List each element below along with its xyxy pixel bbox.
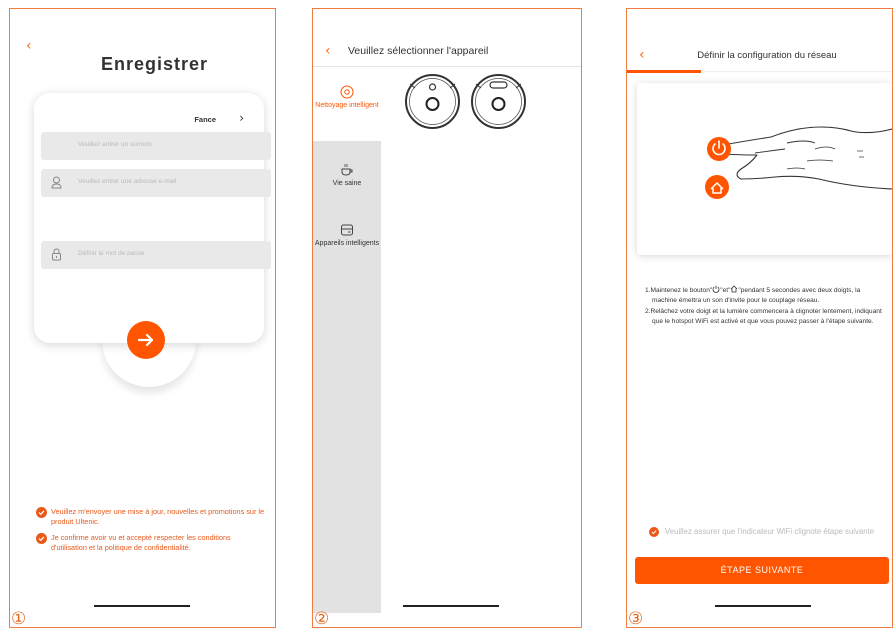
robot-vacuum-product-1[interactable] bbox=[405, 74, 460, 129]
arrow-right-icon bbox=[137, 333, 154, 347]
check-icon[interactable] bbox=[36, 507, 47, 518]
password-placeholder: Définir le mot de passe bbox=[78, 250, 145, 257]
sidebar-item-label: Appareils intelligents bbox=[314, 240, 380, 247]
page-title: Veuillez sélectionner l'appareil bbox=[348, 45, 489, 57]
next-step-button[interactable]: ÉTAPE SUIVANTE bbox=[635, 557, 889, 584]
register-card: Fance › Veuillez entrer un surnom Veuill… bbox=[34, 93, 271, 343]
lock-icon bbox=[51, 248, 62, 261]
home-indicator bbox=[715, 605, 811, 607]
button-press-illustration bbox=[637, 83, 892, 255]
robot-vacuum-product-2[interactable] bbox=[471, 74, 526, 129]
home-indicator bbox=[403, 605, 499, 607]
page-title: Enregistrer bbox=[100, 54, 209, 74]
email-field[interactable]: Veuillez entrer une adresse e-mail bbox=[41, 169, 271, 197]
consent-terms-text: Je confirme avoir vu et accepté respecte… bbox=[51, 533, 231, 552]
home-indicator bbox=[94, 605, 190, 607]
step-number: ② bbox=[314, 609, 330, 628]
instruction-1-part-b: "et" bbox=[720, 287, 731, 294]
nickname-field[interactable]: Veuillez entrer un surnom bbox=[41, 132, 271, 160]
email-placeholder: Veuillez entrer une adresse e-mail bbox=[78, 178, 177, 185]
submit-arrow-button[interactable] bbox=[127, 321, 165, 359]
hand-pressing-buttons-icon bbox=[705, 126, 892, 199]
instruction-step-2: 2.Relâchez votre doigt et la lumière com… bbox=[645, 307, 882, 326]
device-icon bbox=[340, 223, 354, 237]
instruction-1-part-a: 1.Maintenez le bouton" bbox=[645, 287, 713, 294]
sidebar-item-vie-saine[interactable]: Vie saine bbox=[313, 163, 381, 188]
step-number: ③ bbox=[628, 609, 644, 628]
user-icon bbox=[51, 176, 62, 189]
wifi-indicator-confirm[interactable]: Veuillez assurer que l'indicateur WiFi c… bbox=[649, 527, 889, 537]
consent-terms[interactable]: Je confirme avoir vu et accepté respecte… bbox=[36, 533, 266, 552]
robot-vacuum-icon bbox=[340, 85, 354, 99]
password-field[interactable]: Définir le mot de passe bbox=[41, 241, 271, 269]
chevron-right-icon[interactable]: › bbox=[239, 111, 244, 125]
consent-updates-text: Veuillez m'envoyer une mise à jour, nouv… bbox=[51, 507, 265, 526]
back-arrow-icon[interactable]: ‹ bbox=[325, 43, 331, 59]
robot-vacuum-icon bbox=[409, 78, 456, 125]
device-select-screen: ‹ Veuillez sélectionner l'appareil Netto… bbox=[312, 8, 582, 628]
register-screen: ‹ Enregistrer Fance › Veuillez entrer un… bbox=[9, 8, 276, 628]
consent-updates[interactable]: Veuillez m'envoyer une mise à jour, nouv… bbox=[36, 507, 266, 526]
network-config-screen: ‹ Définir la configuration du réseau 1.M… bbox=[626, 8, 893, 628]
sidebar-item-nettoyage[interactable]: Nettoyage intelligent bbox=[313, 85, 381, 110]
sidebar-item-label: Vie saine bbox=[332, 180, 362, 187]
sidebar-item-label: Nettoyage intelligent bbox=[315, 102, 379, 109]
page-title: Définir la configuration du réseau bbox=[697, 50, 837, 61]
step-number: ① bbox=[11, 609, 27, 628]
back-arrow-icon[interactable]: ‹ bbox=[26, 38, 32, 54]
cup-icon bbox=[340, 163, 354, 177]
header-divider bbox=[701, 71, 892, 72]
category-sidebar: Nettoyage intelligent Vie saine Appareil… bbox=[313, 67, 381, 613]
check-icon[interactable] bbox=[36, 533, 47, 544]
wifi-indicator-text: Veuillez assurer que l'indicateur WiFi c… bbox=[665, 527, 875, 536]
sidebar-item-appareils[interactable]: Appareils intelligents bbox=[313, 223, 381, 248]
instructions: 1.Maintenez le bouton" "et" "pendant 5 sec… bbox=[645, 285, 885, 328]
back-arrow-icon[interactable]: ‹ bbox=[639, 47, 645, 63]
progress-bar bbox=[627, 70, 701, 73]
country-selector[interactable]: Fance bbox=[194, 115, 216, 124]
instruction-step-1: 1.Maintenez le bouton" "et" "pendant 5 sec… bbox=[645, 285, 885, 307]
robot-vacuum-icon bbox=[475, 78, 522, 125]
nickname-placeholder: Veuillez entrer un surnom bbox=[78, 141, 152, 148]
check-icon[interactable] bbox=[649, 527, 659, 537]
